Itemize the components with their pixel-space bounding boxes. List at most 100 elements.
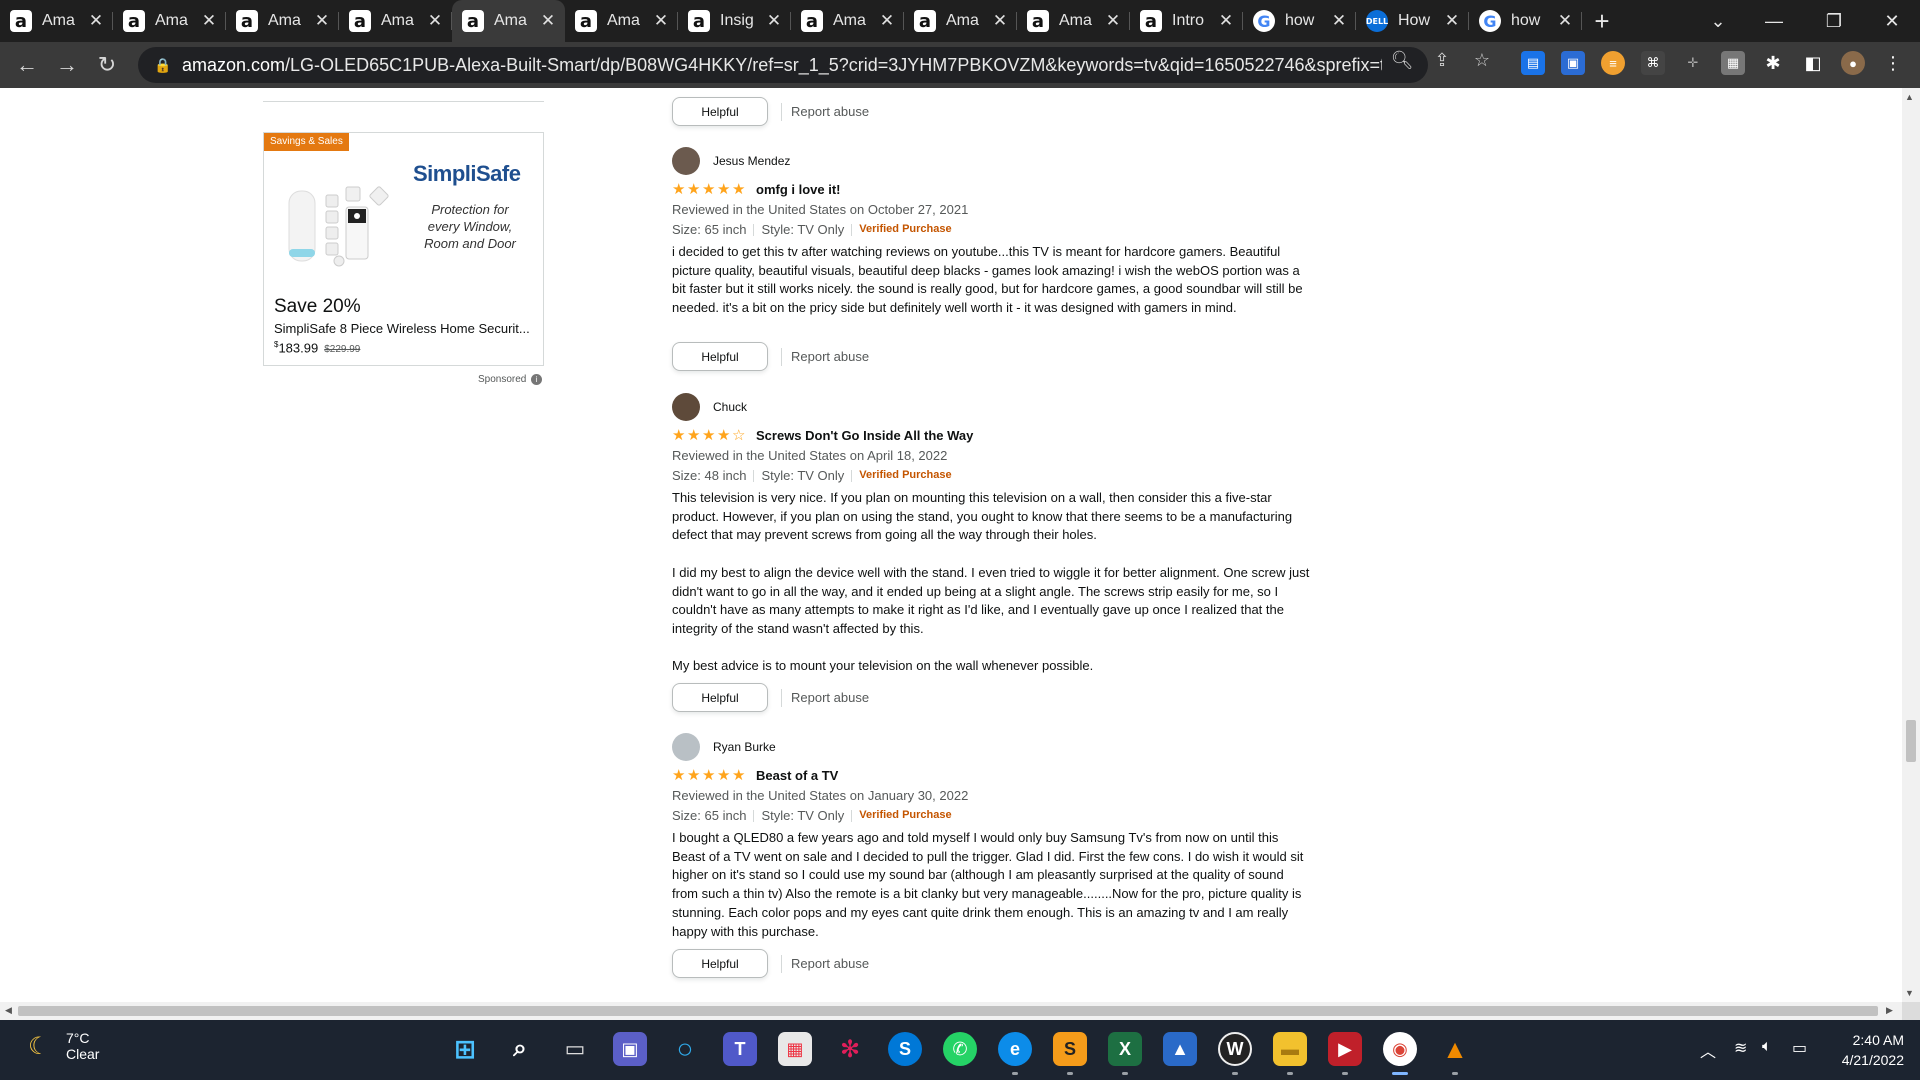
reviewer-profile[interactable]: Chuck xyxy=(672,393,1312,421)
ad-product-name[interactable]: SimpliSafe 8 Piece Wireless Home Securit… xyxy=(274,321,539,336)
sponsored-ad[interactable]: Savings & Sales SimpliSafe Protection fo… xyxy=(263,132,544,366)
helpful-button[interactable]: Helpful xyxy=(672,97,768,126)
save-extension-icon[interactable]: ▣ xyxy=(1561,51,1585,75)
skype-icon[interactable]: S xyxy=(888,1032,922,1066)
close-tab-icon[interactable]: ✕ xyxy=(1104,11,1122,31)
style-label[interactable]: Style: TV Only xyxy=(761,807,844,824)
extension-qr-icon[interactable]: ▦ xyxy=(1721,51,1745,75)
browser-tab[interactable]: DELL How ✕ xyxy=(1356,0,1469,42)
close-tab-icon[interactable]: ✕ xyxy=(87,11,105,31)
scrollbar-thumb[interactable] xyxy=(1906,720,1916,762)
browser-tab[interactable]: Ghow ✕ xyxy=(1469,0,1582,42)
photos-icon[interactable]: ▲ xyxy=(1163,1032,1197,1066)
report-abuse-link[interactable]: Report abuse xyxy=(791,104,869,119)
close-tab-icon[interactable]: ✕ xyxy=(1217,11,1235,31)
sponsored-label[interactable]: Sponsored i xyxy=(478,374,543,385)
close-tab-icon[interactable]: ✕ xyxy=(1556,11,1574,31)
browser-tab[interactable]: a Ama ✕ xyxy=(904,0,1017,42)
wifi-icon[interactable]: ≋ xyxy=(1734,1038,1747,1058)
browser-tab[interactable]: a Ama ✕ xyxy=(339,0,452,42)
browser-tab[interactable]: Ghow ✕ xyxy=(1243,0,1356,42)
avatar[interactable] xyxy=(672,733,700,761)
browser-tab[interactable]: a Insig ✕ xyxy=(678,0,791,42)
start-icon[interactable]: ⊞ xyxy=(448,1032,482,1066)
share-icon[interactable]: ⇪ xyxy=(1428,48,1456,72)
extension-blue-icon[interactable]: ▤ xyxy=(1521,51,1545,75)
avatar[interactable] xyxy=(672,393,700,421)
battery-icon[interactable]: ▭ xyxy=(1792,1038,1807,1058)
style-label[interactable]: Style: TV Only xyxy=(761,221,844,238)
url-text[interactable]: amazon.com/LG-OLED65C1PUB-Alexa-Built-Sm… xyxy=(182,55,1382,76)
file-explorer-icon[interactable]: ▬ xyxy=(1273,1032,1307,1066)
close-tab-icon[interactable]: ✕ xyxy=(313,11,331,31)
size-label[interactable]: Size: 65 inch xyxy=(672,807,746,824)
close-tab-icon[interactable]: ✕ xyxy=(200,11,218,31)
zoom-icon[interactable]: 🔍︎ xyxy=(1388,48,1416,72)
close-window-button[interactable]: ✕ xyxy=(1864,0,1920,42)
browser-tab[interactable]: a Ama ✕ xyxy=(1017,0,1130,42)
report-abuse-link[interactable]: Report abuse xyxy=(791,349,869,364)
review-title[interactable]: omfg i love it! xyxy=(756,182,841,197)
size-label[interactable]: Size: 65 inch xyxy=(672,221,746,238)
lock-icon[interactable]: 🔒 xyxy=(154,57,174,74)
reviewer-name[interactable]: Chuck xyxy=(713,400,747,414)
helpful-button[interactable]: Helpful xyxy=(672,949,768,978)
review-title[interactable]: Screws Don't Go Inside All the Way xyxy=(756,428,973,443)
sublime-icon[interactable]: S xyxy=(1053,1032,1087,1066)
close-tab-icon[interactable]: ✕ xyxy=(765,11,783,31)
review-title[interactable]: Beast of a TV xyxy=(756,768,838,783)
extensions-puzzle-icon[interactable]: ✱ xyxy=(1761,51,1785,75)
back-button[interactable]: ← xyxy=(7,45,47,85)
extension-code-icon[interactable]: ⌘ xyxy=(1641,51,1665,75)
edge-icon[interactable]: e xyxy=(998,1032,1032,1066)
search-icon[interactable]: ⌕ xyxy=(503,1032,537,1066)
close-tab-icon[interactable]: ✕ xyxy=(1443,11,1461,31)
star-rating[interactable]: ★ ★ ★ ★ ☆ xyxy=(672,427,748,443)
extension-orange-icon[interactable]: ≡ xyxy=(1601,51,1625,75)
helpful-button[interactable]: Helpful xyxy=(672,683,768,712)
close-tab-icon[interactable]: ✕ xyxy=(878,11,896,31)
scroll-left-arrow-icon[interactable]: ◀ xyxy=(5,1005,12,1016)
browser-tab[interactable]: a Ama ✕ xyxy=(452,0,565,42)
avatar[interactable] xyxy=(672,147,700,175)
forward-button[interactable]: → xyxy=(47,45,87,85)
whatsapp-icon[interactable]: ✆ xyxy=(943,1032,977,1066)
task-view-icon[interactable]: ▭ xyxy=(558,1032,592,1066)
tab-search-chevron-icon[interactable]: ⌄ xyxy=(1690,0,1746,42)
close-tab-icon[interactable]: ✕ xyxy=(539,11,557,31)
minimize-button[interactable]: — xyxy=(1746,0,1802,42)
close-tab-icon[interactable]: ✕ xyxy=(426,11,444,31)
star-rating[interactable]: ★ ★ ★ ★ ★ xyxy=(672,767,748,783)
close-tab-icon[interactable]: ✕ xyxy=(991,11,1009,31)
close-tab-icon[interactable]: ✕ xyxy=(1330,11,1348,31)
browser-tab[interactable]: a Ama ✕ xyxy=(791,0,904,42)
reviewer-name[interactable]: Ryan Burke xyxy=(713,740,776,754)
address-bar[interactable]: 🔒 amazon.com/LG-OLED65C1PUB-Alexa-Built-… xyxy=(138,47,1428,83)
restore-button[interactable]: ❐ xyxy=(1806,0,1862,42)
size-label[interactable]: Size: 48 inch xyxy=(672,467,746,484)
reload-button[interactable]: ↻ xyxy=(87,45,127,85)
system-clock[interactable]: 2:40 AM 4/21/2022 xyxy=(1820,1030,1904,1070)
vlc-icon[interactable]: ▲ xyxy=(1438,1032,1472,1066)
media-app-icon[interactable]: ▶ xyxy=(1328,1032,1362,1066)
scroll-right-arrow-icon[interactable]: ▶ xyxy=(1886,1005,1893,1016)
browser-tab[interactable]: a Ama ✕ xyxy=(226,0,339,42)
menu-icon[interactable]: ⋮ xyxy=(1881,51,1905,75)
style-label[interactable]: Style: TV Only xyxy=(761,467,844,484)
weather-widget[interactable]: ☾ 7°C Clear xyxy=(28,1030,99,1062)
cortana-icon[interactable]: ○ xyxy=(668,1032,702,1066)
vertical-scrollbar[interactable]: ▲ ▼ xyxy=(1902,88,1920,1002)
store-icon[interactable]: ▦ xyxy=(778,1032,812,1066)
browser-tab[interactable]: a Ama ✕ xyxy=(113,0,226,42)
bookmark-star-icon[interactable]: ☆ xyxy=(1468,48,1496,72)
scroll-up-arrow-icon[interactable]: ▲ xyxy=(1905,92,1914,102)
teams-icon[interactable]: T xyxy=(723,1032,757,1066)
tray-chevron-icon[interactable]: ︿ xyxy=(1700,1038,1716,1062)
reviewer-name[interactable]: Jesus Mendez xyxy=(713,154,790,168)
reviewer-profile[interactable]: Jesus Mendez xyxy=(672,147,1312,175)
close-tab-icon[interactable]: ✕ xyxy=(652,11,670,31)
chrome-icon[interactable]: ◉ xyxy=(1383,1032,1417,1066)
extension-puzzle-grey-icon[interactable]: ✛ xyxy=(1681,51,1705,75)
volume-icon[interactable]: 🔈︎ xyxy=(1762,1038,1772,1056)
reviewer-profile[interactable]: Ryan Burke xyxy=(672,733,1312,761)
